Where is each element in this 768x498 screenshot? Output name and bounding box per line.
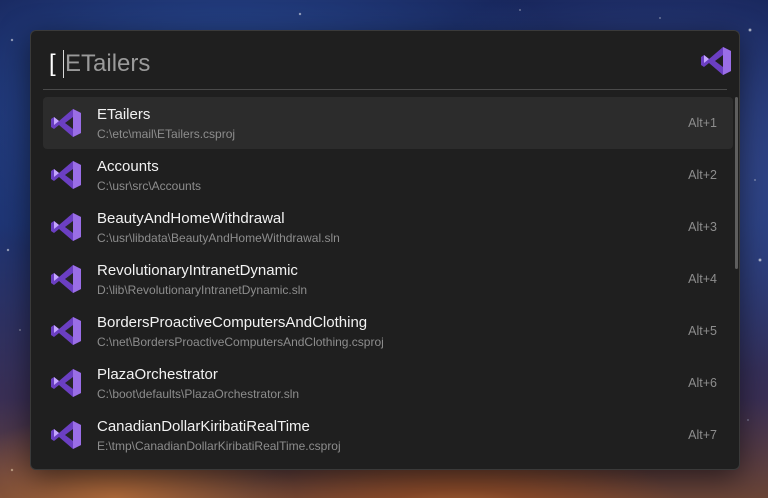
visual-studio-project-icon	[51, 421, 81, 449]
result-path: C:\net\BordersProactiveComputersAndCloth…	[97, 335, 384, 349]
result-path: C:\boot\defaults\PlazaOrchestrator.sln	[97, 387, 300, 401]
result-item[interactable]: BordersProactiveComputersAndClothing C:\…	[43, 305, 733, 357]
result-item[interactable]: CanadianDollarKiribatiRealTime E:\tmp\Ca…	[43, 409, 733, 461]
results-list: ETailers C:\etc\mail\ETailers.csproj Alt…	[43, 97, 733, 461]
result-path: C:\usr\src\Accounts	[97, 179, 202, 193]
result-name: PlazaOrchestrator	[97, 366, 218, 383]
result-item[interactable]: Accounts C:\usr\src\Accounts Alt+2	[43, 149, 733, 201]
result-shortcut: Alt+4	[688, 272, 717, 286]
visual-studio-project-icon	[51, 317, 81, 345]
result-name: BordersProactiveComputersAndClothing	[97, 314, 368, 331]
result-shortcut: Alt+5	[688, 324, 717, 338]
result-path: E:\tmp\CanadianDollarKiribatiRealTime.cs…	[97, 439, 341, 453]
visual-studio-project-icon	[51, 213, 81, 241]
result-path: C:\etc\mail\ETailers.csproj	[97, 127, 236, 141]
visual-studio-project-icon	[51, 109, 81, 137]
result-path: D:\lib\RevolutionaryIntranetDynamic.sln	[97, 283, 308, 297]
result-name: CanadianDollarKiribatiRealTime	[97, 418, 310, 435]
result-name: BeautyAndHomeWithdrawal	[97, 210, 285, 227]
result-shortcut: Alt+1	[688, 116, 717, 130]
search-input[interactable]	[65, 49, 665, 79]
text-caret	[63, 50, 64, 78]
visual-studio-project-icon	[51, 161, 81, 189]
query-prefix: [	[49, 50, 56, 77]
result-name: Accounts	[97, 158, 159, 175]
result-shortcut: Alt+2	[688, 168, 717, 182]
scrollbar[interactable]	[735, 97, 738, 269]
result-shortcut: Alt+3	[688, 220, 717, 234]
visual-studio-project-icon	[51, 369, 81, 397]
result-item[interactable]: RevolutionaryIntranetDynamic D:\lib\Revo…	[43, 253, 733, 305]
result-name: ETailers	[97, 106, 151, 123]
visual-studio-logo-icon	[701, 47, 731, 75]
search-bar: [	[43, 31, 731, 90]
visual-studio-project-icon	[51, 265, 81, 293]
result-item[interactable]: ETailers C:\etc\mail\ETailers.csproj Alt…	[43, 97, 733, 149]
launcher-panel: [ ETailers C:\etc\mail\ETailers.csproj A…	[30, 30, 740, 470]
result-name: RevolutionaryIntranetDynamic	[97, 262, 298, 279]
result-shortcut: Alt+6	[688, 376, 717, 390]
result-path: C:\usr\libdata\BeautyAndHomeWithdrawal.s…	[97, 231, 340, 245]
result-item[interactable]: PlazaOrchestrator C:\boot\defaults\Plaza…	[43, 357, 733, 409]
result-item[interactable]: BeautyAndHomeWithdrawal C:\usr\libdata\B…	[43, 201, 733, 253]
result-shortcut: Alt+7	[688, 428, 717, 442]
